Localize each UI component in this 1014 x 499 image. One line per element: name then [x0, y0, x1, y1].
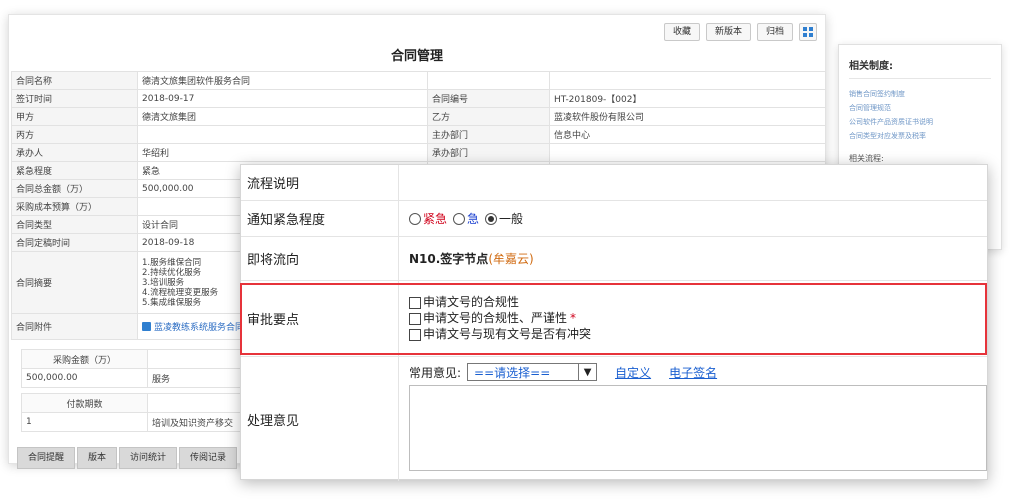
favorite-button[interactable]: 收藏 [663, 23, 700, 41]
related-process-title: 相关流程: [849, 154, 884, 163]
common-opinion-select[interactable]: ==请选择== ▼ [467, 363, 598, 381]
opinion-textarea[interactable] [409, 385, 987, 471]
contract-field-label: 合同类型 [11, 215, 138, 234]
contract-field-value: HT-201809-【002】 [549, 89, 826, 108]
contract-field-label: 承办部门 [427, 143, 550, 162]
attachment-label: 合同附件 [11, 313, 138, 340]
contract-field-label: 合同名称 [11, 71, 138, 90]
approval-point-text: 申请文号与现有文号是否有冲突 [423, 327, 592, 341]
next-node-name: N10.签字节点 [409, 252, 489, 266]
urgency-label: 通知紧急程度 [241, 201, 399, 236]
urgency-option-urgent[interactable]: 紧急 [423, 210, 447, 227]
contract-field-label: 采购成本预算（万） [11, 197, 138, 216]
e-signature-link[interactable]: 电子签名 [669, 364, 717, 381]
tab-circulation-log[interactable]: 传阅记录 [179, 447, 238, 469]
attachment-link[interactable]: 蓝凌教练系统服务合同 [154, 323, 244, 333]
next-node-person: (牟嘉云) [488, 252, 534, 266]
approval-point-text: 申请文号的合规性 [423, 295, 520, 309]
payment-header: 付款期数 [21, 393, 148, 413]
tab-contract-reminder[interactable]: 合同提醒 [17, 447, 76, 469]
file-icon [142, 322, 151, 331]
approval-point-checkbox[interactable] [409, 312, 421, 325]
table-row: 甲方 德清文旅集团 乙方 蓝凌软件股份有限公司 [11, 107, 826, 126]
process-desc-label: 流程说明 [241, 165, 399, 200]
approval-point-item: 申请文号与现有文号是否有冲突 [409, 327, 591, 342]
new-version-button[interactable]: 新版本 [705, 23, 751, 41]
tab-visit-stats[interactable]: 访问统计 [119, 447, 178, 469]
contract-field-value [549, 71, 826, 90]
summary-label: 合同摘要 [11, 251, 138, 314]
contract-field-value [549, 143, 826, 162]
urgency-radio-normal[interactable] [485, 212, 498, 225]
tab-version[interactable]: 版本 [77, 447, 118, 469]
contract-field-label: 承办人 [11, 143, 138, 162]
approval-point-text: 申请文号的合规性、严谨性 [423, 311, 568, 325]
contract-field-label: 主办部门 [427, 125, 550, 144]
table-row: 签订时间 2018-09-17 合同编号 HT-201809-【002】 [11, 89, 826, 108]
common-opinion-select-value: ==请选择== [474, 365, 551, 380]
opinion-row: 处理意见 常用意见: ==请选择== ▼ 自定义 电子签名 [241, 357, 987, 481]
related-rules-title: 相关制度: [849, 61, 893, 72]
urgency-option-normal[interactable]: 一般 [499, 210, 523, 227]
related-rule-link[interactable]: 合同类型对应发票及税率 [849, 129, 991, 143]
contract-field-label: 甲方 [11, 107, 138, 126]
approval-point-checkbox[interactable] [409, 296, 421, 309]
related-rule-link[interactable]: 合同管理规范 [849, 101, 991, 115]
urgency-row: 通知紧急程度 紧急 急 一般 [241, 201, 987, 237]
purchase-amount: 500,000.00 [21, 368, 148, 388]
common-opinion-label: 常用意见: [409, 365, 462, 380]
approval-point-checkbox[interactable] [409, 328, 421, 341]
contract-field-label: 合同总金额（万） [11, 179, 138, 198]
opinion-toolbar: 常用意见: ==请选择== ▼ 自定义 电子签名 [409, 363, 717, 381]
approval-point-item: 申请文号的合规性、严谨性 * [409, 311, 591, 326]
contract-field-value: 蓝凌软件股份有限公司 [549, 107, 826, 126]
next-step-label: 即将流向 [241, 237, 399, 280]
custom-opinion-link[interactable]: 自定义 [615, 364, 651, 381]
grid-view-button[interactable] [799, 23, 817, 41]
table-row: 承办人 华绍利 承办部门 [11, 143, 826, 162]
approval-points-list: 申请文号的合规性 申请文号的合规性、严谨性 * 申请文号与现有文号是否有冲突 [409, 295, 591, 342]
contract-field-label: 紧急程度 [11, 161, 138, 180]
contract-field-value: 德清文旅集团 [137, 107, 428, 126]
workflow-panel: 流程说明 通知紧急程度 紧急 急 一般 即将流向 N10.签字节点 (牟嘉云) 审… [240, 164, 988, 481]
contract-field-label: 乙方 [427, 107, 550, 126]
grid-icon [803, 27, 813, 37]
related-rule-link[interactable]: 公司软件产品资质证书说明 [849, 115, 991, 129]
opinion-label: 处理意见 [241, 357, 399, 481]
contract-field-label: 合同编号 [427, 89, 550, 108]
contract-field-value: 德清文旅集团软件服务合同 [137, 71, 428, 90]
payment-index: 1 [21, 412, 148, 432]
purchase-table: 采购金额（万） 500,000.00 服务 [21, 349, 262, 388]
contract-field-label: 丙方 [11, 125, 138, 144]
bottom-tabs: 合同提醒 版本 访问统计 传阅记录 [17, 447, 238, 469]
next-step-row: 即将流向 N10.签字节点 (牟嘉云) [241, 237, 987, 281]
divider [849, 78, 991, 79]
process-desc-value [399, 165, 987, 200]
required-mark: * [570, 311, 577, 325]
contract-field-value: 信息中心 [549, 125, 826, 144]
approval-point-item: 申请文号的合规性 [409, 295, 591, 310]
contract-toolbar: 收藏 新版本 归档 [663, 23, 817, 41]
related-rule-link[interactable]: 销售合同签约制度 [849, 87, 991, 101]
page-title: 合同管理 [390, 49, 443, 64]
contract-field-label: 合同定稿时间 [11, 233, 138, 252]
contract-field-label: 签订时间 [11, 89, 138, 108]
urgency-radio-fast[interactable] [453, 212, 466, 225]
urgency-radio-group: 紧急 急 一般 [409, 210, 523, 227]
chevron-down-icon[interactable]: ▼ [578, 364, 596, 380]
contract-field-value: 华绍利 [137, 143, 428, 162]
payment-table: 付款期数 1 培训及知识资产移交 [21, 393, 262, 432]
process-desc-row: 流程说明 [241, 165, 987, 201]
contract-field-label [427, 71, 550, 90]
urgency-option-fast[interactable]: 急 [467, 210, 479, 227]
purchase-header: 采购金额（万） [21, 349, 148, 369]
approval-points-label: 审批要点 [241, 281, 399, 356]
table-row: 合同名称 德清文旅集团软件服务合同 [11, 71, 826, 90]
contract-field-value [137, 125, 428, 144]
approval-points-row: 审批要点 申请文号的合规性 申请文号的合规性、严谨性 * 申请文号与现有文号是否… [241, 281, 987, 357]
contract-field-value: 2018-09-17 [137, 89, 428, 108]
urgency-radio-urgent[interactable] [409, 212, 421, 225]
table-row: 丙方 主办部门 信息中心 [11, 125, 826, 144]
archive-button[interactable]: 归档 [756, 23, 793, 41]
